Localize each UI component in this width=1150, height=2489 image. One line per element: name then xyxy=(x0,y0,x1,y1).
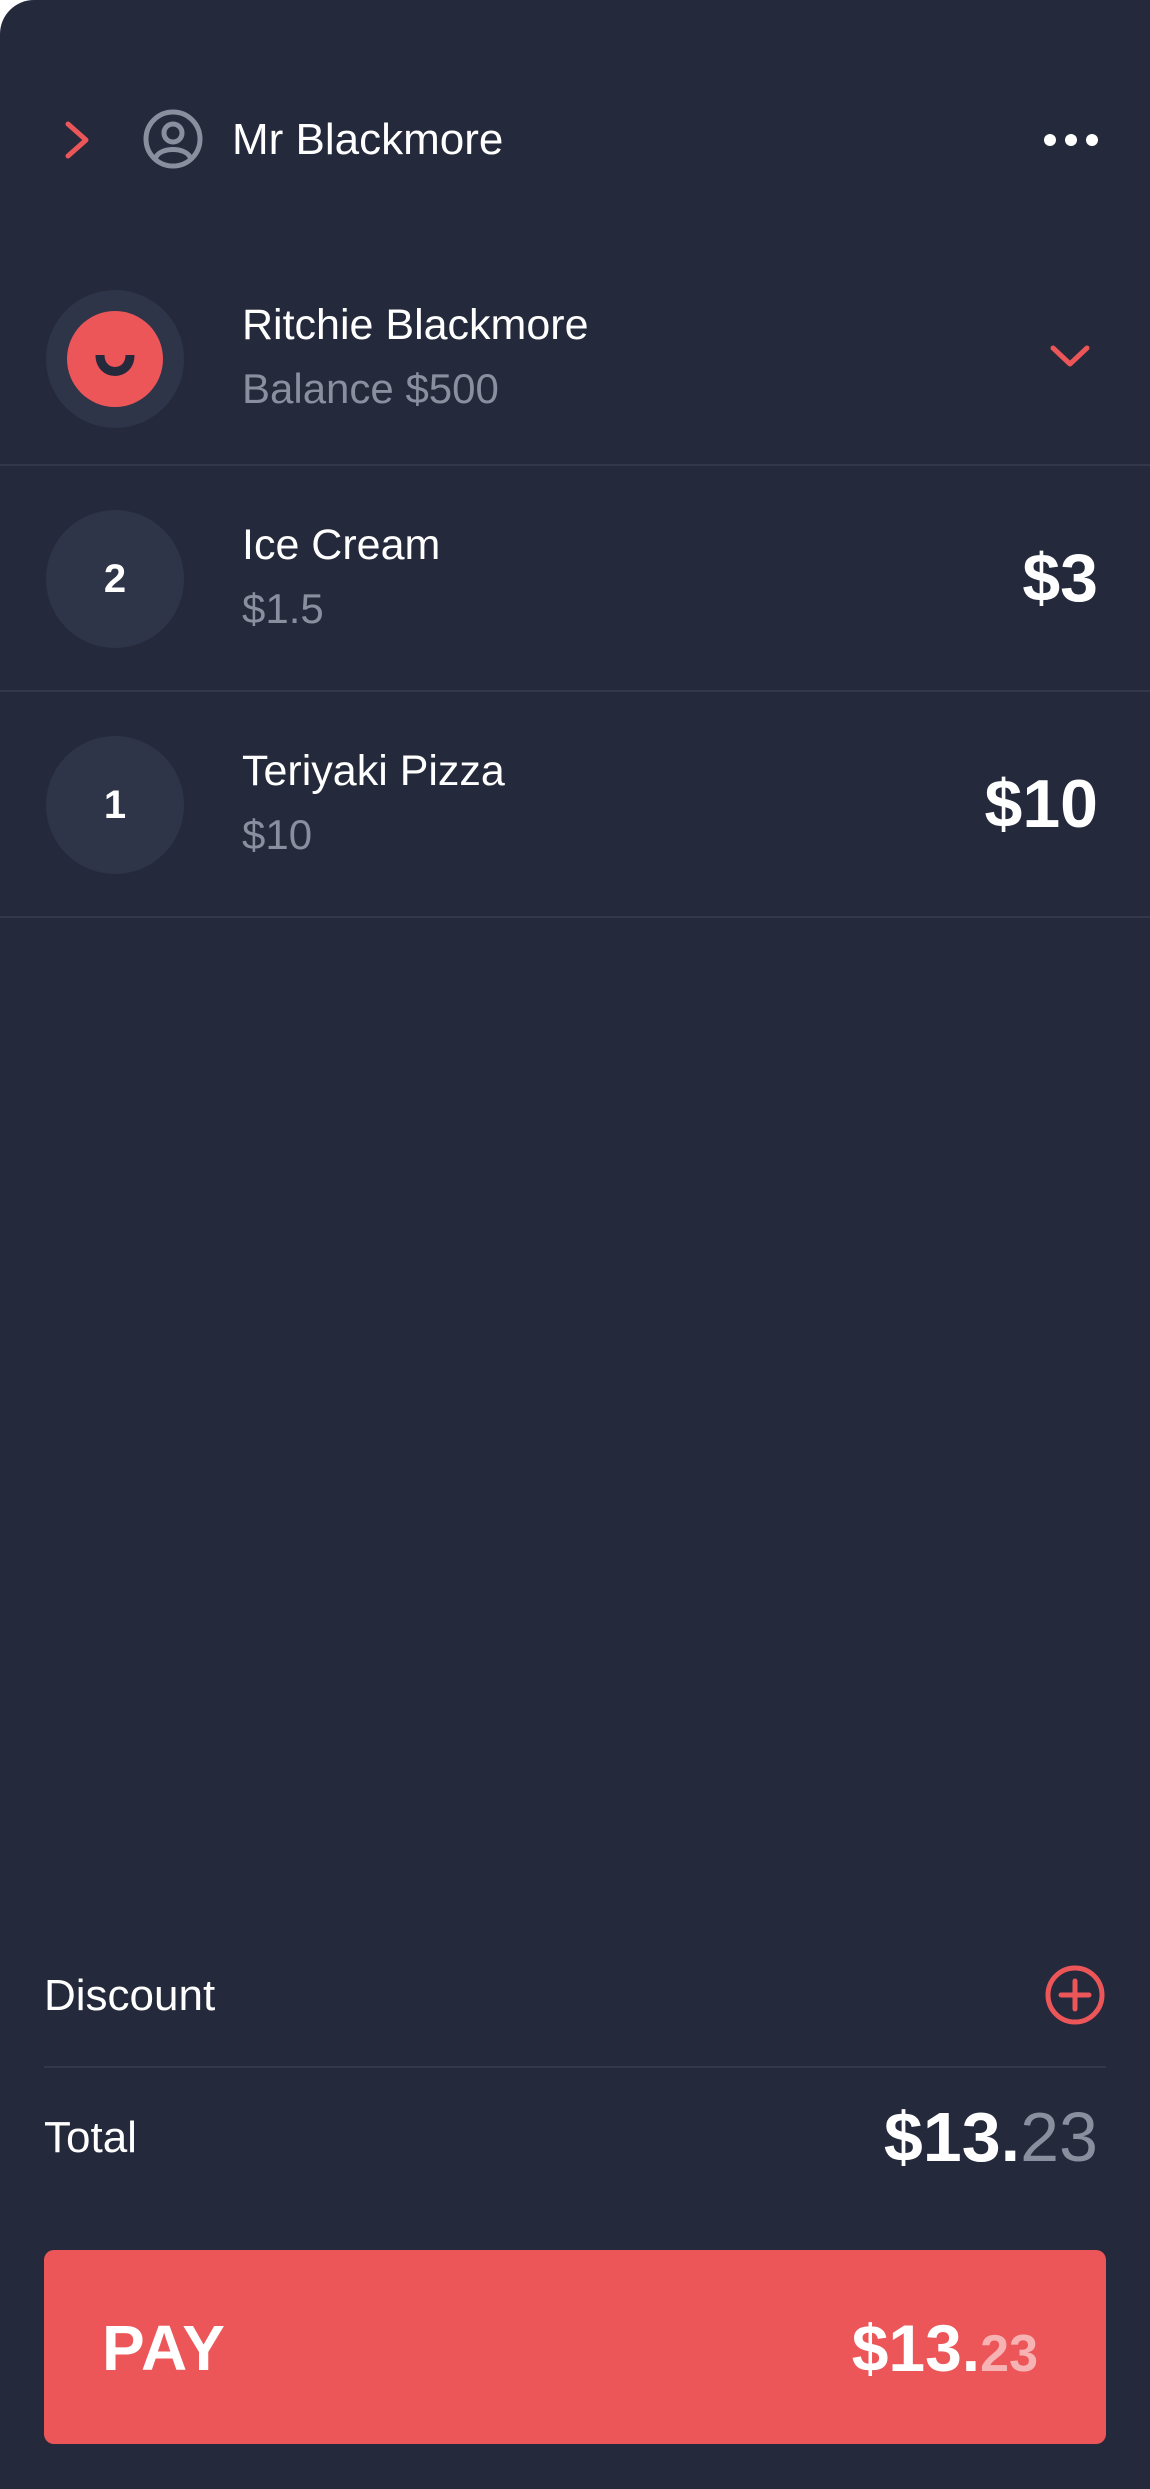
discount-row[interactable]: Discount xyxy=(44,1938,1106,2068)
customer-name: Ritchie Blackmore xyxy=(242,301,589,349)
chevron-down-icon[interactable] xyxy=(1040,332,1100,382)
total-amount-whole: $13. xyxy=(883,2098,1021,2176)
chevron-right-icon[interactable] xyxy=(50,110,104,170)
pay-amount-cents: 23 xyxy=(980,2325,1038,2383)
pay-button-amount: $13.23 xyxy=(852,2308,1038,2407)
total-amount: $13.23 xyxy=(884,2092,1098,2182)
quantity-badge: 1 xyxy=(46,736,184,874)
customer-balance: Balance $500 xyxy=(242,365,499,412)
list-item[interactable]: 2 Ice Cream $1.5 $3 xyxy=(0,466,1150,692)
list-item[interactable]: 1 Teriyaki Pizza $10 $10 xyxy=(0,692,1150,918)
discount-label: Discount xyxy=(44,1971,216,2020)
total-label: Total xyxy=(44,2113,137,2162)
add-circle-icon[interactable] xyxy=(1044,1964,1106,2026)
pay-button-label: PAY xyxy=(102,2312,226,2384)
total-row: Total $13.23 xyxy=(44,2068,1106,2208)
more-horizontal-icon[interactable] xyxy=(1036,118,1106,162)
customer-row[interactable]: Ritchie Blackmore Balance $500 xyxy=(0,280,1150,466)
page-title: Mr Blackmore xyxy=(232,115,504,164)
item-line-total: $10 xyxy=(984,766,1098,842)
avatar xyxy=(46,290,184,428)
pay-button[interactable]: PAY $13.23 xyxy=(44,2250,1106,2444)
item-unit-price: $1.5 xyxy=(242,585,324,632)
item-name: Teriyaki Pizza xyxy=(242,747,505,795)
quantity-badge: 2 xyxy=(46,510,184,648)
total-amount-cents: 23 xyxy=(1020,2098,1098,2176)
header: Mr Blackmore xyxy=(0,0,1150,280)
pay-amount-whole: $13. xyxy=(851,2311,981,2385)
item-line-total: $3 xyxy=(1022,540,1098,616)
item-unit-price: $10 xyxy=(242,811,313,858)
item-name: Ice Cream xyxy=(242,521,441,569)
order-screen: Mr Blackmore Ritchie Blackmore Balance $… xyxy=(0,0,1150,2489)
smiley-avatar-icon xyxy=(67,311,163,407)
account-circle-icon xyxy=(142,108,204,170)
